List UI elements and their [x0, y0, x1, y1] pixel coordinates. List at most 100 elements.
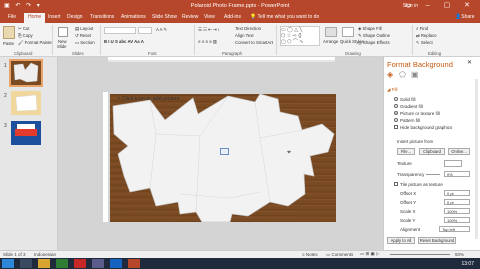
- slide-thumbnail-1[interactable]: [9, 59, 43, 87]
- reset-background-button[interactable]: Reset Background: [418, 237, 456, 244]
- gradient-fill-label: Gradient fill: [400, 104, 423, 109]
- find-button[interactable]: ⌕ Find: [416, 26, 428, 31]
- reset-icon: ↺: [75, 33, 79, 38]
- format-painter-button[interactable]: 🖌 Format Painter: [18, 40, 53, 46]
- share-label: Share: [461, 14, 475, 20]
- picture-placeholder-text[interactable]: • Click icon to add picture: [118, 96, 180, 102]
- tell-me-search[interactable]: 💡 Tell me what you want to do: [250, 14, 319, 20]
- taskbar-app-icon[interactable]: [20, 259, 32, 268]
- scale-y-input[interactable]: 100%: [444, 217, 470, 223]
- drawing-group-label: Drawing: [345, 51, 361, 56]
- tab-transitions[interactable]: Transitions: [90, 14, 114, 20]
- convert-smartart-button[interactable]: Convert to SmartArt: [235, 40, 273, 45]
- insert-picture-icon[interactable]: [220, 148, 229, 155]
- font-name-box[interactable]: [104, 27, 136, 34]
- tab-insert[interactable]: Insert: [48, 14, 61, 20]
- pane-scrollbar[interactable]: [475, 79, 478, 239]
- tab-add-ins[interactable]: Add-ins: [224, 14, 241, 20]
- pattern-fill-label: Pattern fill: [400, 118, 421, 123]
- tab-animations[interactable]: Animations: [121, 14, 146, 20]
- offset-x-input[interactable]: 0 pt: [444, 190, 470, 196]
- alignment-select[interactable]: Top left: [439, 226, 470, 232]
- start-icon[interactable]: [2, 259, 14, 268]
- replace-button[interactable]: ⇄ Replace: [416, 33, 437, 39]
- gradient-fill-radio[interactable]: [394, 104, 398, 108]
- solid-fill-radio[interactable]: [394, 97, 398, 101]
- hide-graphics-label: Hide background graphics: [400, 125, 453, 130]
- shapes-gallery[interactable]: ▭ ◯ △ ╲ ⬡ ☆ ⇨ {} ▢ ⬠ ⌒ ∿: [280, 26, 320, 46]
- text-direction-button[interactable]: Text Direction: [235, 26, 261, 31]
- font-format-buttons[interactable]: B I U S abc AV Aa A: [104, 39, 144, 44]
- tile-checkbox[interactable]: [394, 182, 398, 186]
- new-slide-sub[interactable]: Slide: [57, 44, 67, 49]
- font-size-box[interactable]: [138, 27, 152, 34]
- tab-home[interactable]: Home: [24, 13, 46, 23]
- shape-effects-button[interactable]: ◎ Shape Effects: [358, 40, 390, 46]
- offset-x-label: Offset X: [400, 191, 417, 196]
- arrange-icon[interactable]: [325, 27, 337, 37]
- tab-file[interactable]: File: [8, 14, 16, 20]
- effects-tab-icon[interactable]: ⬠: [399, 70, 406, 79]
- scale-x-input[interactable]: 100%: [444, 208, 470, 214]
- section-button[interactable]: ▭ Section: [75, 40, 95, 46]
- taskbar-app-icon[interactable]: [92, 259, 104, 268]
- folder-icon[interactable]: [38, 259, 50, 268]
- cut-label: Cut: [22, 26, 30, 31]
- online-button[interactable]: Online...: [448, 148, 470, 155]
- tab-review[interactable]: Review: [182, 14, 198, 20]
- tab-design[interactable]: Design: [67, 14, 83, 20]
- tab-view[interactable]: View: [204, 14, 215, 20]
- apply-to-all-button[interactable]: Apply to All: [387, 237, 415, 244]
- cut-button[interactable]: ✂ Cut: [18, 26, 30, 32]
- scale-x-label: Scale X: [400, 209, 416, 214]
- picture-tab-icon[interactable]: ▣: [411, 70, 419, 79]
- view-buttons[interactable]: ▭ ⊞ ▣ ▷: [360, 251, 380, 257]
- shape-outline-button[interactable]: ✎ Shape Outline: [358, 33, 390, 39]
- language-indicator[interactable]: Indonesian: [34, 252, 56, 257]
- offset-y-label: Offset Y: [400, 200, 417, 205]
- transparency-input[interactable]: 0%: [444, 171, 470, 177]
- tab-slide-show[interactable]: Slide Show: [152, 14, 177, 20]
- file-button[interactable]: File...: [397, 148, 415, 155]
- quick-styles-icon[interactable]: [342, 27, 354, 37]
- new-slide-icon[interactable]: [58, 27, 68, 37]
- slide-canvas[interactable]: • Click icon to add picture ⌖: [110, 94, 336, 222]
- align-text-button[interactable]: Align Text: [235, 33, 254, 38]
- copy-button[interactable]: ⎘ Copy: [18, 33, 33, 38]
- zoom-slider[interactable]: [390, 254, 450, 255]
- taskbar-app-icon[interactable]: [110, 259, 122, 268]
- paste-icon[interactable]: [3, 26, 15, 39]
- taskbar-app-icon[interactable]: [56, 259, 68, 268]
- select-button[interactable]: ↖ Select: [416, 40, 433, 46]
- arrange-button[interactable]: Arrange: [323, 39, 338, 44]
- window-controls[interactable]: ▭ – ▢ ✕: [405, 1, 476, 9]
- texture-picker[interactable]: [444, 160, 462, 167]
- fill-section-header[interactable]: ◢ Fill: [387, 87, 397, 93]
- transparency-slider[interactable]: [426, 174, 440, 175]
- fill-tab-icon[interactable]: ◈: [387, 70, 393, 79]
- layout-button[interactable]: ▤ Layout: [75, 26, 93, 32]
- thumbnail-photos: [15, 94, 38, 112]
- powerpoint-icon[interactable]: [128, 259, 140, 268]
- offset-y-input[interactable]: 0 pt: [444, 199, 470, 205]
- slide-thumbnail-2[interactable]: [11, 91, 41, 115]
- shape-fill-button[interactable]: ◈ Shape Fill: [358, 26, 382, 32]
- divider: [194, 25, 195, 55]
- picture-texture-fill-radio[interactable]: [394, 111, 398, 115]
- slide-thumbnail-3[interactable]: [11, 121, 41, 145]
- clipboard-button[interactable]: Clipboard: [419, 148, 445, 155]
- notes-button[interactable]: ≡ Notes: [302, 252, 318, 257]
- zoom-level[interactable]: 50%: [455, 252, 464, 257]
- share-button[interactable]: 👤Share: [455, 14, 475, 20]
- align-buttons[interactable]: ≡ ≡ ≡ ≡ ▥: [198, 39, 217, 45]
- pane-close-icon[interactable]: ✕: [467, 59, 472, 66]
- list-buttons[interactable]: ☰ ☷ ⇤ ⇥ ↕: [198, 27, 220, 33]
- taskbar-app-icon[interactable]: [74, 259, 86, 268]
- hide-graphics-checkbox[interactable]: [394, 125, 398, 129]
- pattern-fill-radio[interactable]: [394, 118, 398, 122]
- font-size-buttons[interactable]: A A ✎: [156, 27, 167, 33]
- reset-button[interactable]: ↺ Reset: [75, 33, 91, 39]
- paste-button[interactable]: Paste: [3, 41, 14, 46]
- ruler-ticks: [108, 60, 335, 62]
- format-background-pane: Format Background ✕ ◈ ⬠ ▣ ◢ Fill Solid f…: [383, 57, 480, 250]
